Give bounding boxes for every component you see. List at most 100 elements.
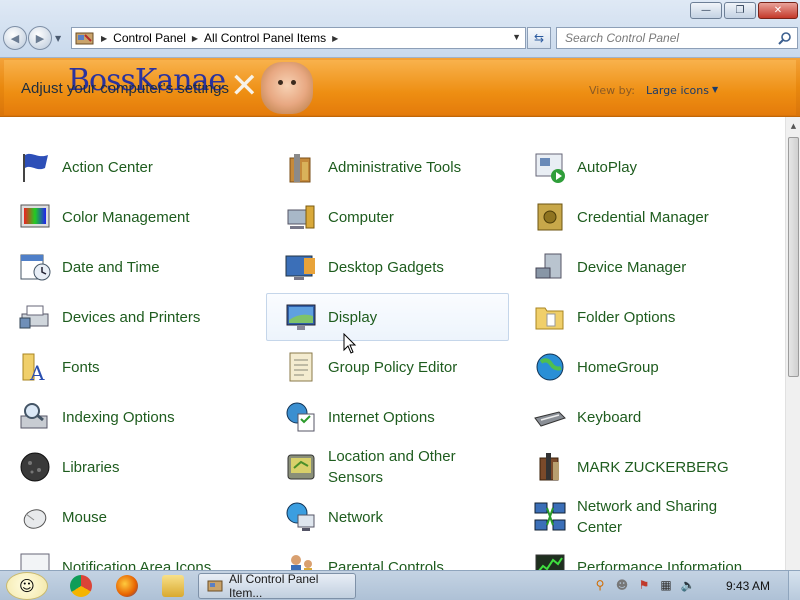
address-bar[interactable]: ▶ Control Panel ▶ All Control Panel Item… [71,27,526,49]
forward-button[interactable]: ▶ [28,26,52,50]
window-controls: — ❐ ✕ [690,2,798,19]
address-dropdown-icon[interactable]: ▼ [512,32,521,42]
control-panel-item[interactable]: HomeGroup [515,343,758,391]
control-panel-item[interactable]: Action Center [0,143,243,191]
minimize-button[interactable]: — [690,2,722,19]
breadcrumb-separator[interactable]: ▶ [101,34,107,43]
scroll-up-icon[interactable]: ▲ [786,117,800,134]
control-panel-item[interactable]: MARK ZUCKERBERG [515,443,758,491]
flag-icon [17,149,53,185]
control-panel-items: Action Center Administrative Tools AutoPla… [0,117,785,570]
network-tray-icon[interactable]: ▦ [658,577,674,593]
forward-arrow-icon: ▶ [35,31,45,45]
taskbar-task-label: All Control Panel Item... [229,572,319,600]
control-panel-item[interactable]: Libraries [0,443,243,491]
folder-icon [532,299,568,335]
control-panel-item[interactable]: Parental Controls [266,543,509,570]
monitor-icon [283,299,319,335]
control-panel-item[interactable]: Desktop Gadgets [266,243,509,291]
breadcrumb-separator[interactable]: ▶ [192,34,198,43]
back-button[interactable]: ◀ [3,26,27,50]
control-panel-item[interactable]: Computer [266,193,509,241]
view-by-select[interactable]: Large icons [646,84,709,97]
item-label: Date and Time [62,258,160,276]
libraries-icon [17,449,53,485]
breadcrumb-control-panel[interactable]: Control Panel [113,31,186,45]
search-tray-icon[interactable]: ⚲ [592,577,608,593]
item-label: Performance Information [577,558,743,571]
network-sharing-icon [532,499,568,535]
close-button[interactable]: ✕ [758,2,798,19]
search-icon[interactable] [778,31,792,45]
navigation-buttons: ◀ ▶ ▼ [3,26,61,50]
autoplay-icon [532,149,568,185]
vertical-scrollbar[interactable]: ▲ [785,117,800,570]
control-panel-item[interactable]: Color Management [0,193,243,241]
control-panel-item[interactable]: Devices and Printers [0,293,243,341]
control-panel-item[interactable]: Device Manager [515,243,758,291]
control-panel-item[interactable]: Keyboard [515,393,758,441]
item-label: Network [328,508,384,526]
indexing-icon [17,399,53,435]
item-label: Indexing Options [62,408,175,426]
control-panel-item[interactable]: Mouse [0,493,243,541]
control-panel-item[interactable]: A Fonts [0,343,243,391]
control-panel-item[interactable]: Network [266,493,509,541]
search-input[interactable] [565,31,765,45]
control-panel-item[interactable]: Date and Time [0,243,243,291]
search-box[interactable] [556,27,798,49]
item-label: Color Management [62,208,190,226]
show-desktop-button[interactable] [788,571,800,600]
firefox-icon[interactable] [116,575,138,597]
control-panel-item[interactable]: Administrative Tools [266,143,509,191]
control-panel-item[interactable]: AutoPlay [515,143,758,191]
explorer-folder-icon[interactable] [162,575,184,597]
parental-icon [283,549,319,570]
control-panel-item[interactable]: Indexing Options [0,393,243,441]
control-panel-item[interactable]: Display [266,293,509,341]
messenger-tray-icon[interactable]: ☻ [614,577,630,593]
item-label: Libraries [62,458,120,476]
item-label: Parental Controls [328,558,444,571]
policy-icon [283,349,319,385]
chrome-icon[interactable] [70,575,92,597]
scroll-thumb[interactable] [788,137,799,377]
clock[interactable]: 9:43 AM [726,579,770,593]
control-panel-item[interactable]: Location and Other Sensors [266,443,509,491]
item-label: Computer [328,208,394,226]
item-label: Action Center [62,158,153,176]
item-label: Notification Area Icons [62,558,212,571]
volume-icon[interactable]: 🔈 [680,577,696,593]
breadcrumb-separator[interactable]: ▶ [332,34,338,43]
notification-icon [17,549,53,570]
control-panel-item[interactable]: Notification Area Icons [0,543,243,570]
control-panel-item[interactable]: Group Policy Editor [266,343,509,391]
start-button[interactable]: ☺ [6,572,48,600]
view-by-dropdown-icon[interactable]: ▼ [712,85,718,94]
view-by-label: View by: [589,84,635,97]
recent-pages-dropdown[interactable]: ▼ [55,34,61,43]
title-bar: — ❐ ✕ ◀ ▶ ▼ ▶ Control Panel ▶ All Contro… [0,0,800,58]
device-manager-icon [532,249,568,285]
item-label: Internet Options [328,408,435,426]
breadcrumb-all-items[interactable]: All Control Panel Items [204,31,326,45]
action-center-flag-icon[interactable]: ⚑ [636,577,652,593]
refresh-icon: ⇆ [533,31,545,45]
control-panel-item[interactable]: Credential Manager [515,193,758,241]
control-panel-item[interactable]: Folder Options [515,293,758,341]
printer-icon [17,299,53,335]
item-label: Network and Sharing Center [577,498,718,536]
control-panel-icon [207,580,223,592]
item-label: Location and Other Sensors [328,448,456,486]
maximize-button[interactable]: ❐ [724,2,756,19]
refresh-button[interactable]: ⇆ [527,27,551,49]
control-panel-item[interactable]: Network and Sharing Center [515,493,758,541]
control-panel-item[interactable]: Internet Options [266,393,509,441]
mouse-icon [17,499,53,535]
taskbar-control-panel-task[interactable]: All Control Panel Item... [198,572,356,600]
control-panel-item[interactable]: Performance Information [515,543,758,570]
network-globe-icon [283,499,319,535]
vault-icon [532,199,568,235]
system-tray: ⚲ ☻ ⚑ ▦ 🔈 [592,577,696,593]
computer-icon [283,199,319,235]
